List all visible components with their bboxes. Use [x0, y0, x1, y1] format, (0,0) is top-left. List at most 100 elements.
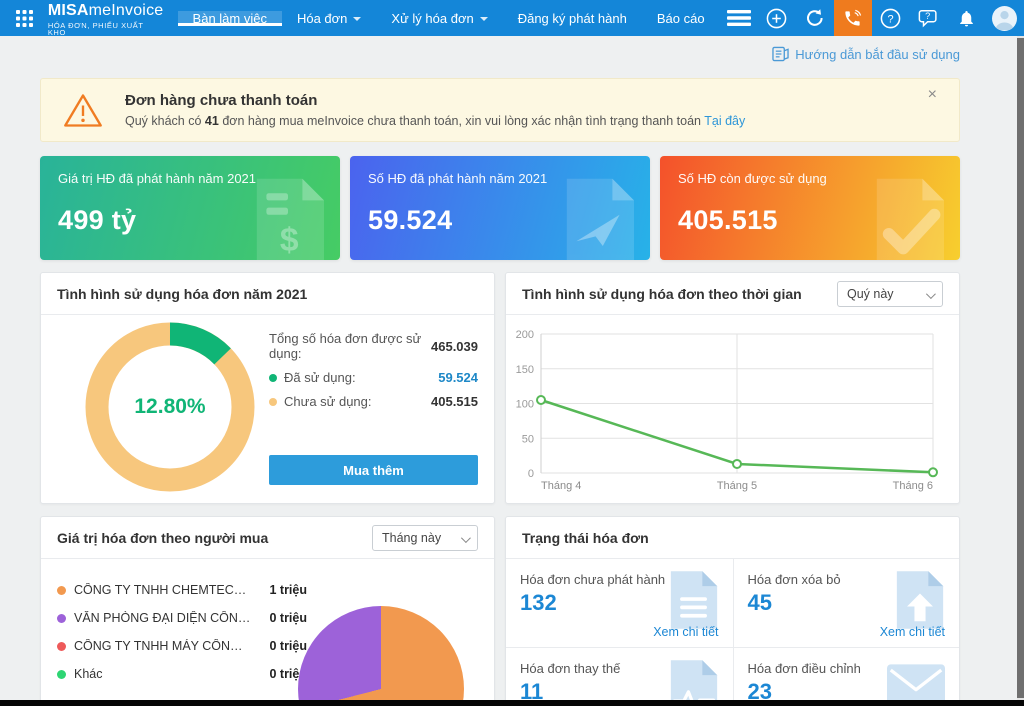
- getting-started-link[interactable]: Hướng dẫn bắt đầu sử dụng: [772, 46, 960, 62]
- feedback-chat-icon[interactable]: ?: [910, 0, 948, 36]
- svg-text:150: 150: [516, 364, 534, 376]
- banner-text: Đơn hàng chưa thanh toán Quý khách có 41…: [125, 92, 928, 128]
- legend-dot-icon: [57, 614, 66, 623]
- unpaid-orders-banner: Đơn hàng chưa thanh toán Quý khách có 41…: [40, 78, 960, 142]
- document-arrow-up-icon: [895, 571, 945, 629]
- time-card: Tình hình sử dụng hóa đơn theo thời gian…: [505, 272, 960, 504]
- unpaid-count: 41: [205, 114, 219, 128]
- period-select[interactable]: Quý này: [837, 281, 943, 307]
- document-check-icon: [872, 178, 944, 260]
- chevron-down-icon: [353, 17, 361, 21]
- main-nav-tabs: Bàn làm việc Hóa đơn Xử lý hóa đơn Đăng …: [178, 11, 720, 26]
- tab-bao-cao[interactable]: Báo cáo: [642, 11, 720, 26]
- svg-text:Tháng 4: Tháng 4: [541, 480, 581, 492]
- legend-item: CÔNG TY TNHH MÁY CÔNG TRÌNH... 0 triệu: [57, 639, 307, 653]
- avatar: [992, 6, 1017, 31]
- warning-triangle-icon: [63, 92, 103, 129]
- svg-text:$: $: [280, 222, 299, 259]
- navbar-left: MISAmeInvoice HÓA ĐƠN, PHIẾU XUẤT KHO Bà…: [0, 0, 720, 36]
- usage-card-header: Tình hình sử dụng hóa đơn năm 2021: [41, 273, 494, 315]
- usage-card-title: Tình hình sử dụng hóa đơn năm 2021: [57, 286, 307, 302]
- svg-text:50: 50: [522, 433, 534, 445]
- stat-card-invoice-value: Giá trị HĐ đã phát hành năm 2021 499 tỷ …: [40, 156, 340, 260]
- svg-text:0: 0: [528, 468, 534, 480]
- hamburger-menu-icon[interactable]: [720, 0, 758, 36]
- invoice-status-card: Trạng thái hóa đơn Hóa đơn chưa phát hàn…: [505, 516, 960, 706]
- line-chart: 0 50 100 150 200 Tháng 4 Tháng 5 Tháng 6: [506, 315, 961, 501]
- tab-dang-ky-phat-hanh[interactable]: Đăng ký phát hành: [503, 11, 642, 26]
- svg-text:100: 100: [516, 399, 534, 411]
- screen-bottom-edge: [0, 700, 1024, 706]
- usage-card: Tình hình sử dụng hóa đơn năm 2021 12.80…: [40, 272, 495, 504]
- add-circle-icon[interactable]: [758, 0, 796, 36]
- banner-here-link[interactable]: Tại đây: [704, 114, 745, 128]
- document-dollar-icon: $: [252, 178, 324, 260]
- document-lines-icon: [669, 571, 719, 629]
- brand-meinvoice: meInvoice: [89, 2, 164, 19]
- vertical-scrollbar[interactable]: [1017, 36, 1024, 706]
- guide-book-icon: [772, 46, 789, 62]
- banner-body: Quý khách có 41 đơn hàng mua meInvoice c…: [125, 114, 928, 128]
- user-menu[interactable]: giang: [986, 6, 1024, 31]
- buyer-card: Giá trị hóa đơn theo người mua Tháng này…: [40, 516, 495, 706]
- total-row: Tổng số hóa đơn được sử dụng: 465.039: [269, 331, 478, 361]
- time-card-title: Tình hình sử dụng hóa đơn theo thời gian: [522, 286, 802, 302]
- brand-misa: MISA: [48, 2, 89, 19]
- banner-title: Đơn hàng chưa thanh toán: [125, 92, 928, 109]
- pie-legend: CÔNG TY TNHH CHEMTECH VIỆT ... 1 triệu V…: [57, 583, 307, 695]
- status-cell-adjusted: Hóa đơn điều chỉnh 23: [733, 647, 960, 706]
- svg-text:Tháng 6: Tháng 6: [893, 480, 933, 492]
- used-row: Đã sử dụng: 59.524: [269, 370, 478, 385]
- time-card-header: Tình hình sử dụng hóa đơn theo thời gian…: [506, 273, 959, 315]
- tab-hoa-don[interactable]: Hóa đơn: [282, 11, 376, 26]
- pie-chart: [298, 606, 464, 706]
- buyer-card-header: Giá trị hóa đơn theo người mua Tháng này: [41, 517, 494, 559]
- buyer-card-title: Giá trị hóa đơn theo người mua: [57, 530, 268, 546]
- brand-logo: MISAmeInvoice HÓA ĐƠN, PHIẾU XUẤT KHO: [48, 0, 164, 37]
- status-cell-unreleased: Hóa đơn chưa phát hành 132 Xem chi tiết: [506, 559, 733, 647]
- usage-card-body: 12.80% Tổng số hóa đơn được sử dụng: 465…: [41, 315, 494, 504]
- buy-more-button[interactable]: Mua thêm: [269, 455, 478, 485]
- refresh-icon[interactable]: [796, 0, 834, 36]
- legend-item: Khác 0 triệu: [57, 667, 307, 681]
- used-dot-icon: [269, 374, 277, 382]
- status-card-header: Trạng thái hóa đơn: [506, 517, 959, 559]
- close-icon[interactable]: ×: [928, 87, 937, 103]
- chevron-down-icon: [480, 17, 488, 21]
- legend-dot-icon: [57, 642, 66, 651]
- unused-row: Chưa sử dụng: 405.515: [269, 394, 478, 409]
- document-send-icon: [562, 178, 634, 260]
- stat-card-remaining: Số HĐ còn được sử dụng 405.515: [660, 156, 960, 260]
- help-circle-icon[interactable]: ?: [872, 0, 910, 36]
- top-navbar: MISAmeInvoice HÓA ĐƠN, PHIẾU XUẤT KHO Bà…: [0, 0, 1024, 36]
- buyer-card-body: CÔNG TY TNHH CHEMTECH VIỆT ... 1 triệu V…: [41, 559, 494, 706]
- legend-item: CÔNG TY TNHH CHEMTECH VIỆT ... 1 triệu: [57, 583, 307, 597]
- app-window: MISAmeInvoice HÓA ĐƠN, PHIẾU XUẤT KHO Bà…: [0, 0, 1024, 706]
- status-card-title: Trạng thái hóa đơn: [522, 530, 649, 546]
- svg-text:Tháng 5: Tháng 5: [717, 480, 757, 492]
- support-phone-icon[interactable]: [834, 0, 872, 36]
- legend-dot-icon: [57, 586, 66, 595]
- tab-ban-lam-viec[interactable]: Bàn làm việc: [178, 11, 282, 26]
- svg-text:?: ?: [925, 11, 930, 21]
- unused-dot-icon: [269, 398, 277, 406]
- view-detail-link[interactable]: Xem chi tiết: [653, 625, 718, 639]
- status-grid: Hóa đơn chưa phát hành 132 Xem chi tiết …: [506, 559, 959, 706]
- legend-item: VĂN PHÒNG ĐẠI DIỆN CÔNG TY C... 0 triệu: [57, 611, 307, 625]
- donut-center-label: 12.80%: [84, 395, 256, 419]
- tab-xu-ly-hoa-don[interactable]: Xử lý hóa đơn: [376, 11, 502, 26]
- legend-dot-icon: [57, 670, 66, 679]
- status-cell-deleted: Hóa đơn xóa bỏ 45 Xem chi tiết: [733, 559, 960, 647]
- stat-cards-row: Giá trị HĐ đã phát hành năm 2021 499 tỷ …: [40, 156, 960, 260]
- navbar-icons: ? ? giang: [720, 0, 1024, 36]
- status-cell-replaced: Hóa đơn thay thế 11: [506, 647, 733, 706]
- app-grid-icon[interactable]: [10, 0, 40, 36]
- notification-bell-icon[interactable]: [948, 0, 986, 36]
- view-detail-link[interactable]: Xem chi tiết: [880, 625, 945, 639]
- month-select[interactable]: Tháng này: [372, 525, 478, 551]
- scrollbar-thumb[interactable]: [1017, 38, 1024, 698]
- svg-text:200: 200: [516, 329, 534, 341]
- svg-text:?: ?: [887, 13, 893, 25]
- stat-card-invoice-count: Số HĐ đã phát hành năm 2021 59.524: [350, 156, 650, 260]
- brand-subtitle: HÓA ĐƠN, PHIẾU XUẤT KHO: [48, 22, 164, 37]
